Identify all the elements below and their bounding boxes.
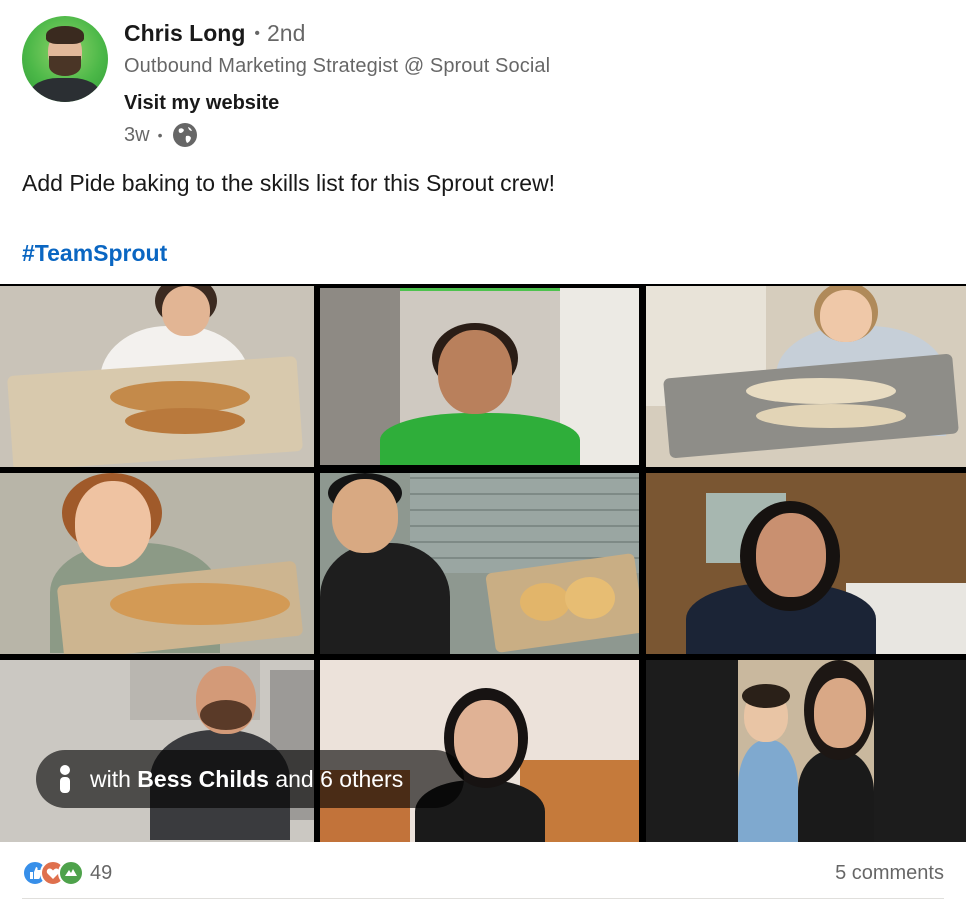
author-name[interactable]: Chris Long — [124, 20, 245, 47]
support-icon — [58, 860, 84, 886]
video-tile-3 — [646, 286, 966, 467]
social-counts: 49 5 comments — [22, 856, 944, 890]
tagged-person-name: Bess Childs — [137, 765, 269, 792]
avatar-beard — [49, 56, 81, 76]
post-meta: 3w • — [124, 122, 198, 148]
author-headline: Outbound Marketing Strategist @ Sprout S… — [124, 55, 551, 77]
reaction-count: 49 — [90, 861, 113, 884]
video-tile-1 — [0, 286, 314, 467]
divider — [22, 898, 944, 899]
author-name-row: Chris Long • 2nd — [124, 20, 305, 47]
author-avatar[interactable] — [22, 16, 108, 102]
participant — [320, 288, 639, 465]
video-tile-4 — [0, 473, 314, 654]
participant — [0, 473, 314, 654]
person-icon — [60, 765, 70, 793]
reactions-summary[interactable]: 49 — [22, 860, 112, 886]
participant — [646, 286, 966, 467]
tag-prefix: with — [90, 765, 138, 792]
avatar-hair — [46, 26, 84, 44]
name-separator: • — [254, 25, 260, 42]
meta-separator: • — [157, 127, 163, 143]
participant — [0, 286, 314, 467]
participant — [320, 473, 639, 654]
video-tile-9 — [646, 660, 966, 842]
avatar-shirt — [30, 78, 100, 102]
post-image[interactable]: with Bess Childs and 6 others — [0, 284, 966, 842]
comments-count-link[interactable]: 5 comments — [835, 862, 944, 885]
participant — [646, 473, 966, 654]
video-tile-2-speaking — [320, 288, 639, 465]
tag-suffix: and 6 others — [268, 765, 404, 792]
hashtag-link[interactable]: #TeamSprout — [22, 240, 167, 267]
visit-website-link[interactable]: Visit my website — [124, 92, 279, 115]
video-tile-5 — [320, 473, 639, 654]
globe-icon — [173, 123, 198, 147]
connection-degree: 2nd — [267, 20, 306, 46]
participant — [738, 660, 874, 842]
post-time[interactable]: 3w — [124, 124, 150, 147]
video-tile-6 — [646, 473, 966, 654]
post-text: Add Pide baking to the skills list for t… — [22, 170, 556, 196]
tagged-people-button[interactable]: with Bess Childs and 6 others — [36, 750, 464, 808]
